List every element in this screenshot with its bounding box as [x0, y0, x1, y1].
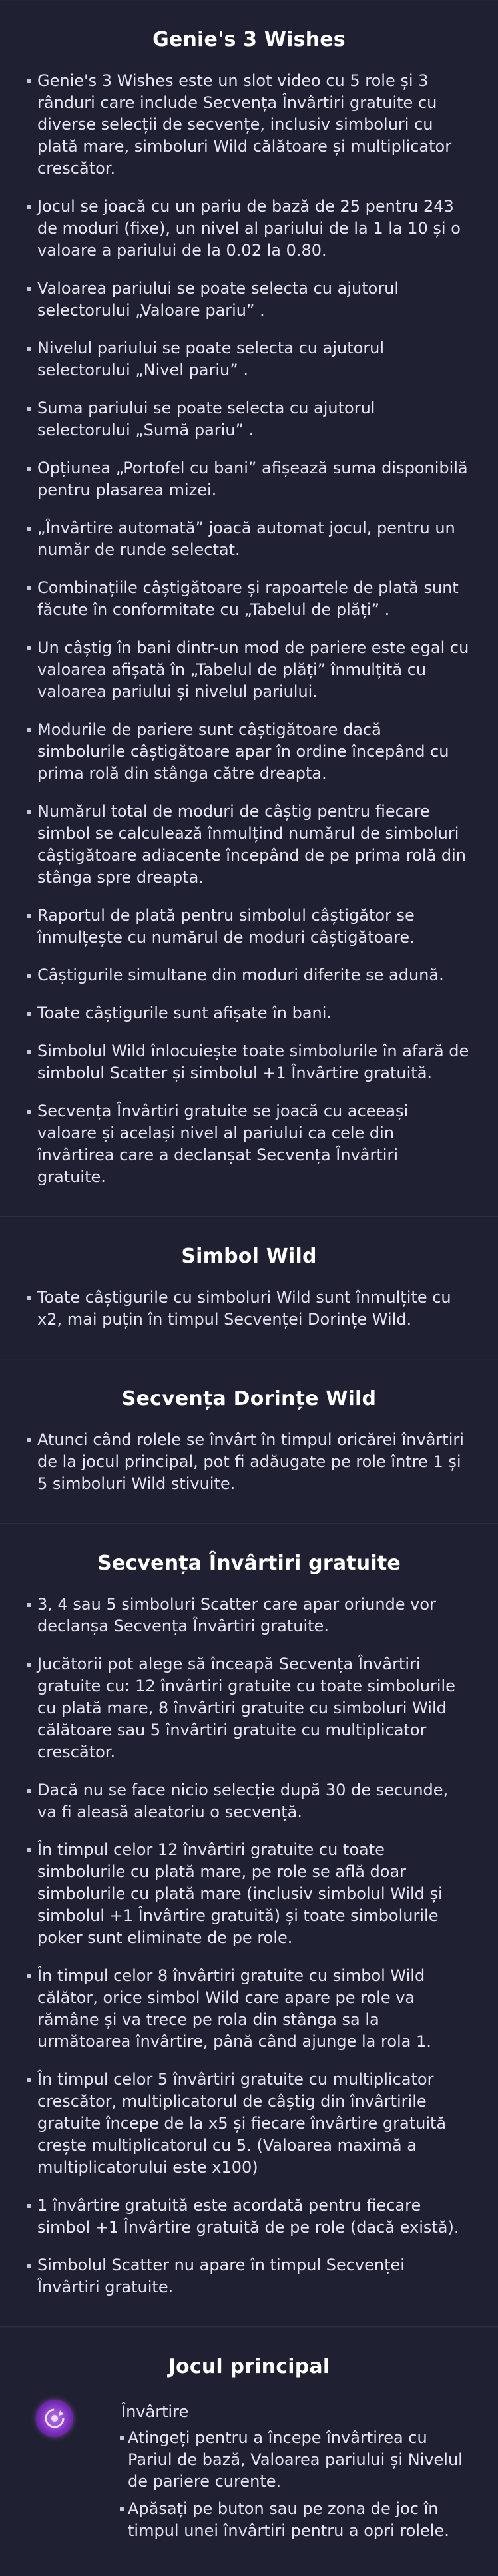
list-item: „Învârtire automată” joacă automat jocul…	[27, 517, 471, 561]
list-item: Modurile de pariere sunt câștigătoare da…	[27, 719, 471, 785]
list-item: Dacă nu se face nicio selecție după 30 d…	[27, 1779, 471, 1823]
list-item: În timpul celor 5 învârtiri gratuite cu …	[27, 2069, 471, 2179]
main-game-list: Atingeți pentru a începe învârtirea cu P…	[120, 2427, 471, 2542]
section-genies-3-wishes: Genie's 3 Wishes Genie's 3 Wishes este u…	[0, 0, 498, 1217]
list-item: Jocul se joacă cu un pariu de bază de 25…	[27, 196, 471, 262]
section-title: Jocul principal	[168, 2355, 330, 2378]
rules-list: Atunci când rolele se învârt în timpul o…	[0, 1425, 498, 1523]
list-item: Numărul total de moduri de câștig pentru…	[27, 801, 471, 889]
rules-list: 3, 4 sau 5 simboluri Scatter care apar o…	[0, 1590, 498, 2326]
section-title: Secvența Învârtiri gratuite	[97, 1552, 401, 1575]
section-title: Simbol Wild	[181, 1245, 317, 1268]
list-item: Valoarea pariului se poate selecta cu aj…	[27, 278, 471, 322]
list-item: Suma pariului se poate selecta cu ajutor…	[27, 397, 471, 441]
list-item: 3, 4 sau 5 simboluri Scatter care apar o…	[27, 1594, 471, 1637]
section-free-spins: Secvența Învârtiri gratuite 3, 4 sau 5 s…	[0, 1524, 498, 2327]
main-game-heading: Învârtire	[121, 2402, 189, 2421]
rules-page: Genie's 3 Wishes Genie's 3 Wishes este u…	[0, 0, 498, 2576]
rules-list: Genie's 3 Wishes este un slot video cu 5…	[0, 66, 498, 1216]
spin-icon	[36, 2400, 73, 2437]
list-item: În timpul celor 8 învârtiri gratuite cu …	[27, 1965, 471, 2053]
list-item: Apăsați pe buton sau pe zona de joc în t…	[120, 2498, 471, 2542]
list-item: În timpul celor 12 învârtiri gratuite cu…	[27, 1839, 471, 1949]
list-item: Simbolul Scatter nu apare în timpul Secv…	[27, 2254, 471, 2298]
list-item: Atunci când rolele se învârt în timpul o…	[27, 1429, 471, 1495]
main-game-content: Învârtire Atingeți pentru a începe învâr…	[120, 2401, 471, 2542]
list-item: Toate câștigurile cu simboluri Wild sunt…	[27, 1287, 471, 1331]
section-title: Secvența Dorințe Wild	[121, 1387, 377, 1410]
list-item: Simbolul Wild înlocuiește toate simbolur…	[27, 1040, 471, 1084]
list-item: Câștigurile simultane din moduri diferit…	[27, 965, 471, 986]
list-item: Genie's 3 Wishes este un slot video cu 5…	[27, 70, 471, 180]
list-item: 1 învârtire gratuită este acordată pentr…	[27, 2195, 471, 2239]
list-item: Opțiunea „Portofel cu bani” afișează sum…	[27, 457, 471, 501]
section-title: Genie's 3 Wishes	[152, 28, 346, 51]
main-game-block: Învârtire Atingeți pentru a începe învâr…	[0, 2393, 498, 2542]
section-simbol-wild: Simbol Wild Toate câștigurile cu simbolu…	[0, 1217, 498, 1359]
list-item: Combinațiile câștigătoare și rapoartele …	[27, 577, 471, 621]
list-item: Atingeți pentru a începe învârtirea cu P…	[120, 2427, 471, 2493]
list-item: Raportul de plată pentru simbolul câștig…	[27, 905, 471, 949]
rules-list: Toate câștigurile cu simboluri Wild sunt…	[0, 1283, 498, 1359]
list-item: Un câștig în bani dintr-un mod de parier…	[27, 637, 471, 703]
section-dorinte-wild: Secvența Dorințe Wild Atunci când rolele…	[0, 1359, 498, 1524]
section-main-game: Jocul principal Învârtire Atingeți pentr…	[0, 2327, 498, 2542]
list-item: Nivelul pariului se poate selecta cu aju…	[27, 337, 471, 381]
list-item: Jucătorii pot alege să înceapă Secvența …	[27, 1653, 471, 1763]
list-item: Toate câștigurile sunt afișate în bani.	[27, 1002, 471, 1024]
list-item: Secvența Învârtiri gratuite se joacă cu …	[27, 1100, 471, 1188]
